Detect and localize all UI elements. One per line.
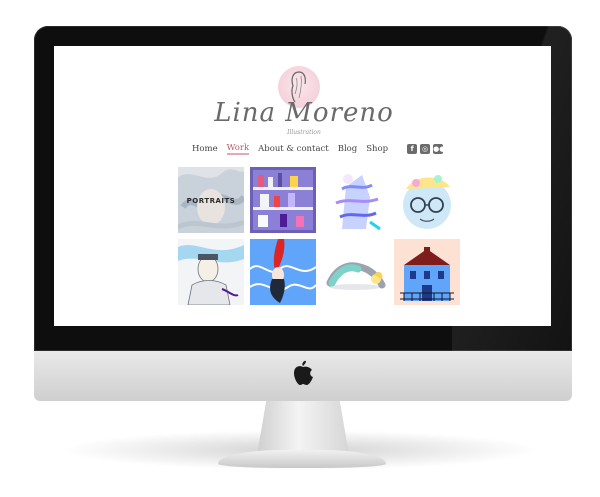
screen: Lina Moreno Illustration Home Work About… [54, 46, 551, 326]
gallery-tile-portraits[interactable]: PORTRAITS [178, 167, 244, 233]
monitor-stand-base [218, 450, 386, 468]
social-links: f ◎ ●● [407, 144, 445, 154]
nav-work[interactable]: Work [226, 143, 250, 155]
site-title[interactable]: Lina Moreno [204, 98, 404, 128]
nav-shop[interactable]: Shop [366, 144, 388, 154]
nav-home[interactable]: Home [192, 144, 218, 154]
gallery-tile-hanging-hair[interactable] [250, 239, 316, 305]
portraits-overlay-label: PORTRAITS [186, 197, 236, 205]
gallery-tile-stacked-figures[interactable] [322, 167, 388, 233]
portfolio-grid: PORTRAITS [178, 167, 460, 305]
flickr-icon[interactable]: ●● [433, 144, 445, 154]
nav-about-contact[interactable]: About & contact [258, 144, 329, 154]
site-subtitle: Illustration [287, 129, 321, 136]
gallery-tile-glasses-face[interactable] [394, 167, 460, 233]
main-nav: Home Work About & contact Blog Shop f ◎ … [192, 142, 445, 156]
gallery-tile-man-portrait[interactable] [178, 239, 244, 305]
gallery-tile-yoga-pose[interactable] [322, 239, 388, 305]
instagram-icon[interactable]: ◎ [420, 144, 431, 154]
apple-logo-icon [294, 360, 313, 385]
gallery-tile-blue-house[interactable] [394, 239, 460, 305]
gallery-tile-shelves[interactable] [250, 167, 316, 233]
facebook-icon[interactable]: f [407, 144, 418, 154]
monitor-stand [257, 401, 349, 455]
nav-blog[interactable]: Blog [338, 144, 358, 154]
